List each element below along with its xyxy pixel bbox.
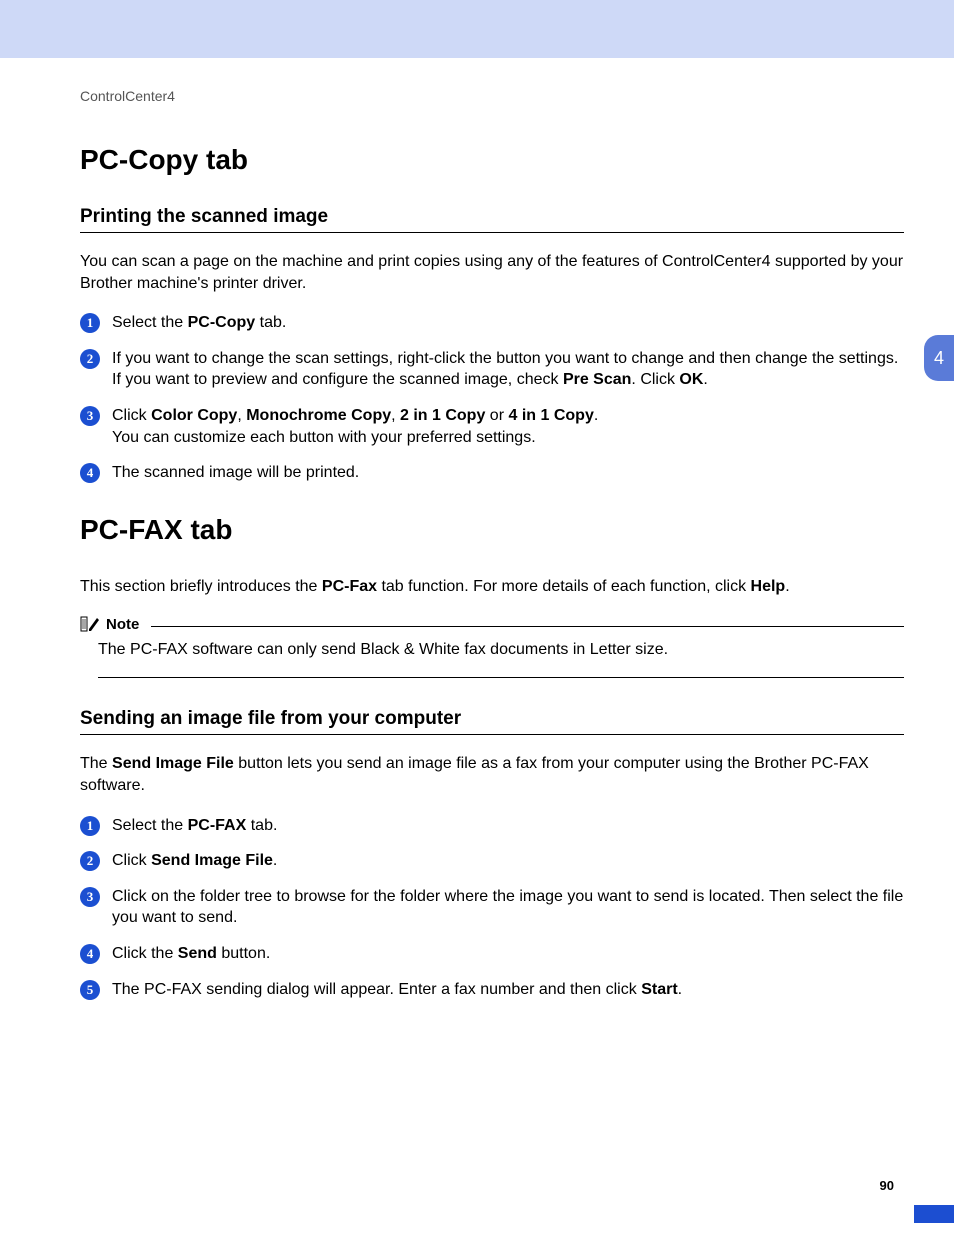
step-item: 4 Click the Send button. — [80, 943, 904, 965]
subsection-title-printing: Printing the scanned image — [80, 206, 904, 233]
step-text: Select the PC-Copy tab. — [112, 312, 904, 334]
page-number: 90 — [880, 1178, 894, 1193]
top-header-bar — [0, 0, 954, 58]
step-text: Click on the folder tree to browse for t… — [112, 886, 904, 929]
section-title-pccopy: PC-Copy tab — [80, 144, 904, 176]
step-number-icon: 1 — [80, 816, 100, 836]
step-item: 3 Click Color Copy, Monochrome Copy, 2 i… — [80, 405, 904, 448]
step-text: Click Send Image File. — [112, 850, 904, 872]
breadcrumb: ControlCenter4 — [80, 88, 904, 104]
step-text: The PC-FAX sending dialog will appear. E… — [112, 979, 904, 1001]
step-text: The scanned image will be printed. — [112, 462, 904, 484]
intro-paragraph: This section briefly introduces the PC-F… — [80, 576, 904, 598]
note-body: The PC-FAX software can only send Black … — [98, 641, 904, 678]
step-item: 2 Click Send Image File. — [80, 850, 904, 872]
step-item: 4 The scanned image will be printed. — [80, 462, 904, 484]
note-box: Note The PC-FAX software can only send B… — [80, 615, 904, 678]
footer-accent-block — [914, 1205, 954, 1223]
step-item: 5 The PC-FAX sending dialog will appear.… — [80, 979, 904, 1001]
step-number-icon: 4 — [80, 463, 100, 483]
step-number-icon: 4 — [80, 944, 100, 964]
step-number-icon: 2 — [80, 851, 100, 871]
note-label: Note — [106, 616, 139, 633]
step-text: Click the Send button. — [112, 943, 904, 965]
step-number-icon: 1 — [80, 313, 100, 333]
step-text: Select the PC-FAX tab. — [112, 815, 904, 837]
section-title-pcfax: PC-FAX tab — [80, 514, 904, 546]
note-divider — [151, 626, 904, 627]
intro-paragraph: You can scan a page on the machine and p… — [80, 251, 904, 294]
intro-paragraph: The Send Image File button lets you send… — [80, 753, 904, 796]
note-pencil-icon — [80, 615, 100, 633]
step-item: 1 Select the PC-Copy tab. — [80, 312, 904, 334]
subsection-title-sending: Sending an image file from your computer — [80, 708, 904, 735]
step-text: Click Color Copy, Monochrome Copy, 2 in … — [112, 405, 904, 448]
step-number-icon: 2 — [80, 349, 100, 369]
note-header: Note — [80, 615, 904, 633]
page-content: ControlCenter4 PC-Copy tab Printing the … — [0, 58, 954, 1000]
step-item: 2 If you want to change the scan setting… — [80, 348, 904, 391]
step-text: If you want to change the scan settings,… — [112, 348, 904, 391]
step-number-icon: 3 — [80, 887, 100, 907]
step-number-icon: 3 — [80, 406, 100, 426]
step-number-icon: 5 — [80, 980, 100, 1000]
step-item: 3 Click on the folder tree to browse for… — [80, 886, 904, 929]
step-item: 1 Select the PC-FAX tab. — [80, 815, 904, 837]
